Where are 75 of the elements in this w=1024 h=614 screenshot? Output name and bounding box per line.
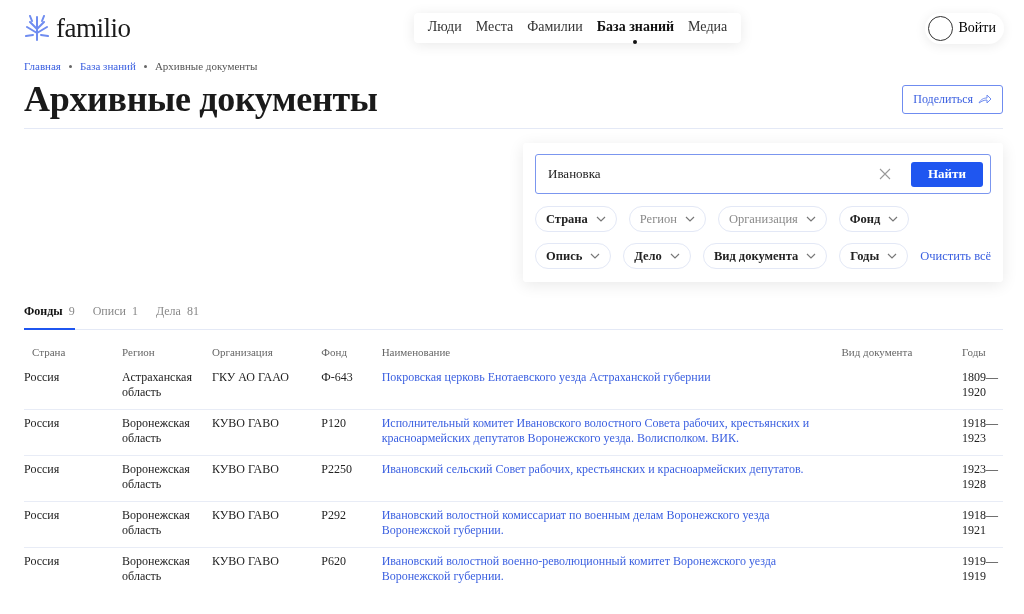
filter-dropdown[interactable]: Фонд [838, 206, 910, 232]
result-tab[interactable]: Фонды 9 [24, 304, 75, 330]
nav-link[interactable]: Места [475, 19, 514, 35]
column-header: Наименование [381, 346, 842, 364]
column-header: Фонд [321, 346, 382, 364]
filter-dropdown[interactable]: Опись [535, 243, 612, 269]
years-cell: 1918—1921 [962, 501, 1003, 548]
chevron-down-icon [669, 253, 680, 259]
nav-link[interactable]: Люди [427, 19, 462, 35]
region-cell: Воронежская область [122, 547, 212, 593]
country-cell: Россия [24, 455, 123, 502]
column-header: Годы [962, 346, 987, 360]
chevron-down-icon [595, 216, 606, 222]
region-cell: Воронежская область [122, 409, 212, 456]
clear-all-link[interactable]: Очистить всё [920, 248, 992, 264]
result-tab[interactable]: Дела 81 [155, 304, 199, 330]
close-icon[interactable] [879, 168, 891, 180]
filter-dropdown[interactable]: Страна [535, 206, 617, 232]
breadcrumb-separator-icon [68, 64, 72, 68]
country-cell: Россия [24, 501, 123, 548]
breadcrumb-separator-icon [143, 64, 147, 68]
fund-cell: Р2250 [321, 455, 382, 502]
years-cell: 1919—1919 [962, 547, 1003, 593]
search-button[interactable]: Найти [911, 161, 983, 187]
fund-name-link[interactable]: Ивановский волостной военно-революционный комитет Воронежского уезда Воронежской губернии. [381, 554, 812, 584]
nav-link[interactable]: База знаний [596, 19, 675, 35]
logo-tree-icon [24, 15, 50, 41]
region-cell: Воронежская область [122, 455, 212, 502]
years-cell: 1918—1923 [962, 409, 1003, 456]
search-field[interactable]: Ивановка Найти [535, 154, 991, 194]
organization-cell: КУВО ГАВО [212, 455, 322, 502]
breadcrumb-current: Архивные документы [154, 60, 258, 72]
result-tab[interactable]: Описи 1 [92, 304, 138, 330]
chevron-down-icon [806, 253, 817, 259]
country-cell: Россия [24, 547, 123, 593]
organization-cell: КУВО ГАВО [212, 409, 322, 456]
country-cell: Россия [24, 409, 123, 456]
fund-cell: Р620 [321, 547, 382, 593]
chevron-down-icon [684, 216, 695, 222]
chevron-down-icon [887, 253, 898, 259]
organization-cell: КУВО ГАВО [212, 547, 322, 593]
fund-cell: Р292 [321, 501, 382, 548]
organization-cell: КУВО ГАВО [212, 501, 322, 548]
active-dot [633, 40, 638, 44]
share-button[interactable]: Поделиться [902, 84, 1003, 114]
nav-link[interactable]: Медиа [688, 19, 728, 35]
column-header: Страна [24, 346, 123, 364]
page-title: Архивные документы [24, 78, 378, 120]
country-cell: Россия [24, 364, 123, 410]
fund-cell: Р120 [321, 409, 382, 456]
years-cell: 1809—1920 [962, 364, 1003, 410]
years-cell: 1923—1928 [962, 455, 1003, 502]
column-header: Организация [212, 346, 322, 364]
organization-cell: ГКУ АО ГААО [212, 364, 322, 410]
chevron-down-icon [805, 216, 816, 222]
chevron-down-icon [590, 253, 601, 259]
share-arrow-icon [978, 94, 992, 104]
filter-dropdown[interactable]: Вид документа [702, 243, 828, 269]
fund-cell: Ф-643 [321, 364, 382, 410]
breadcrumb-link[interactable]: База знаний [79, 60, 136, 72]
logo-text[interactable]: familio [56, 12, 131, 44]
fund-name-link[interactable]: Ивановский волостной комиссариат по военным делам Воронежского уезда Воронежской губернии. [381, 508, 812, 538]
filter-dropdown[interactable]: Дело [623, 243, 691, 269]
filter-dropdown[interactable]: Годы [839, 243, 909, 269]
nav-link[interactable]: Фамилии [527, 19, 583, 35]
login-button[interactable]: Войти [924, 12, 1004, 44]
fund-name-link[interactable]: Ивановский сельский Совет рабочих, крестьянских и красноармейских депутатов. [381, 462, 812, 477]
region-cell: Астраханская область [122, 364, 212, 410]
column-header: Регион [122, 346, 212, 364]
column-header: Вид документа [841, 346, 963, 364]
fund-name-link[interactable]: Исполнительный комитет Ивановского волостного Совета рабочих, крестьянских и красноармейских депутатов Воронежского уезда. Волисполком. ВИК. [381, 416, 812, 446]
region-cell: Воронежская область [122, 501, 212, 548]
breadcrumb-link[interactable]: Главная [24, 60, 61, 72]
fund-name-link[interactable]: Покровская церковь Енотаевского уезда Астраханской губернии [381, 370, 812, 385]
chevron-down-icon [888, 216, 899, 222]
